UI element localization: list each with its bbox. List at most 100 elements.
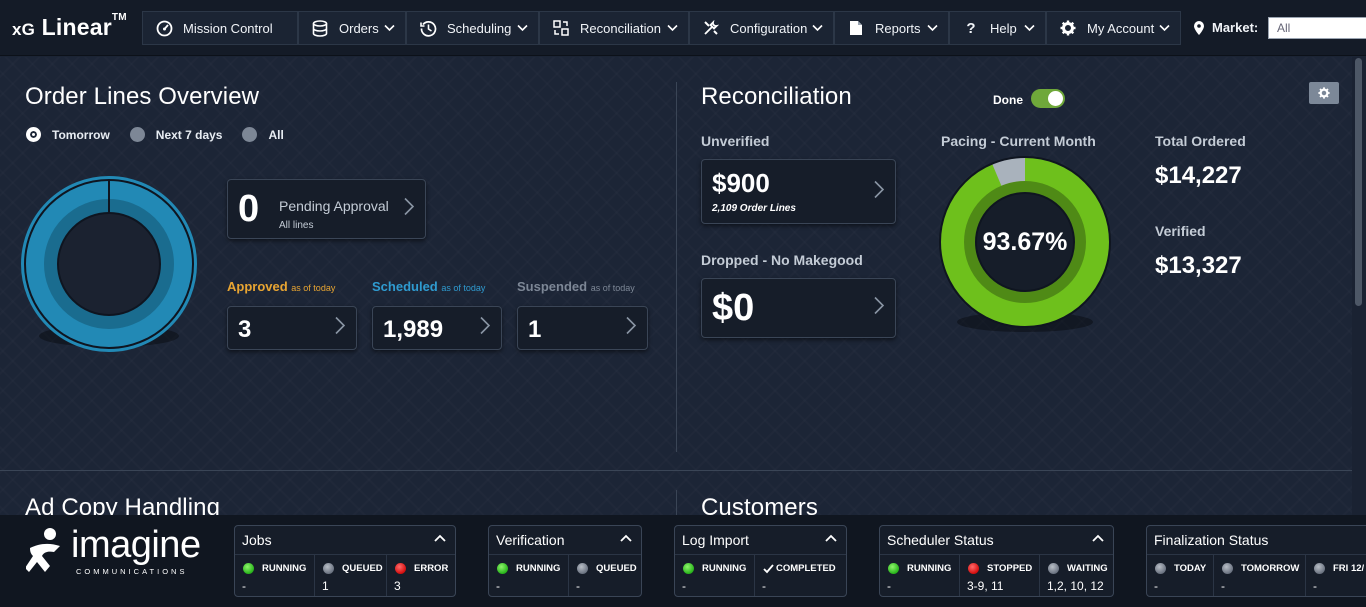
scheduler-waiting-cell[interactable]: WAITING 1,2, 10, 12 <box>1039 554 1113 596</box>
done-label: Done <box>993 93 1023 107</box>
jobs-running-cell[interactable]: RUNNING - <box>235 554 314 596</box>
done-toggle[interactable] <box>1031 89 1065 108</box>
jobs-queued-cell[interactable]: QUEUED 1 <box>314 554 386 596</box>
log-import-completed-value: - <box>762 579 766 593</box>
finalization-friday-cell[interactable]: FRI 12/ - <box>1305 554 1366 596</box>
verification-panel[interactable]: Verification RUNNING - QUEUED - <box>488 525 642 597</box>
suspended-label-text: Suspended <box>517 279 588 294</box>
order-lines-title: Order Lines Overview <box>25 83 260 110</box>
jobs-running-value: - <box>242 579 246 593</box>
log-import-title: Log Import <box>682 532 749 548</box>
pending-approval-card[interactable]: 0 Pending Approval All lines <box>227 179 426 239</box>
document-icon <box>847 19 865 37</box>
jobs-running-label: RUNNING <box>262 563 307 574</box>
log-import-panel[interactable]: Log Import RUNNING - COMPLETED - <box>674 525 847 597</box>
pending-approval-label: Pending Approval <box>279 198 389 214</box>
scheduled-card[interactable]: 1,989 <box>372 306 502 350</box>
imagine-logo: imagine COMMUNICATIONS <box>26 522 201 582</box>
chevron-down-icon <box>1159 21 1170 36</box>
finalization-today-value: - <box>1154 579 1158 593</box>
nav-mission-control[interactable]: Mission Control <box>142 11 298 45</box>
scheduler-stopped-value: 3-9, 11 <box>967 579 1004 593</box>
status-dot-grey <box>1048 563 1059 574</box>
finalization-today-label: TODAY <box>1174 563 1207 574</box>
log-import-running-value: - <box>682 579 686 593</box>
verification-running-cell[interactable]: RUNNING - <box>489 554 568 596</box>
finalization-tomorrow-cell[interactable]: TOMORROW - <box>1213 554 1305 596</box>
pacing-label: Pacing - Current Month <box>941 133 1096 149</box>
nav-scheduling-label: Scheduling <box>447 20 512 36</box>
brand-name: Linear <box>41 14 112 40</box>
scheduler-status-panel[interactable]: Scheduler Status RUNNING - STOPPED 3-9, … <box>879 525 1114 597</box>
logo-sub: COMMUNICATIONS <box>76 567 188 576</box>
unverified-label: Unverified <box>701 133 770 149</box>
total-ordered-label: Total Ordered <box>1155 133 1246 149</box>
brand-trademark: TM <box>111 12 127 23</box>
jobs-error-value: 3 <box>394 579 401 593</box>
radio-all[interactable] <box>242 127 258 142</box>
nav-help[interactable]: ? Help <box>949 11 1046 45</box>
jobs-error-cell[interactable]: ERROR 3 <box>386 554 455 596</box>
nav-orders[interactable]: Orders <box>298 11 406 45</box>
finalization-status-panel[interactable]: Finalization Status TODAY - TOMORROW - F… <box>1146 525 1366 597</box>
chevron-down-icon <box>667 21 678 36</box>
scheduler-stopped-cell[interactable]: STOPPED 3-9, 11 <box>959 554 1039 596</box>
scheduled-suffix: as of today <box>441 283 486 293</box>
status-dot-green <box>243 563 254 574</box>
scheduler-waiting-label: WAITING <box>1067 563 1108 574</box>
database-icon <box>311 19 329 37</box>
scheduler-running-cell[interactable]: RUNNING - <box>880 554 959 596</box>
dropped-value: $0 <box>712 287 755 329</box>
settings-button[interactable] <box>1309 82 1339 104</box>
verification-queued-label: QUEUED <box>596 563 637 574</box>
radio-next-7-days-label[interactable]: Next 7 days <box>156 128 223 142</box>
app-brand[interactable]: xG LinearTM <box>12 12 127 41</box>
market-input[interactable] <box>1268 17 1366 39</box>
chevron-down-icon <box>812 21 823 36</box>
verification-queued-cell[interactable]: QUEUED - <box>568 554 641 596</box>
approved-suffix: as of today <box>291 283 336 293</box>
status-dot-green <box>683 563 694 574</box>
suspended-card[interactable]: 1 <box>517 306 648 350</box>
log-import-running-cell[interactable]: RUNNING - <box>675 554 754 596</box>
section-divider-vertical <box>676 82 677 452</box>
reconcile-swap-icon <box>552 19 570 37</box>
checkmark-icon <box>763 561 774 579</box>
chevron-up-icon[interactable] <box>1092 530 1104 548</box>
nav-reports[interactable]: Reports <box>834 11 949 45</box>
tools-icon <box>702 19 720 37</box>
nav-scheduling[interactable]: Scheduling <box>406 11 539 45</box>
jobs-queued-label: QUEUED <box>342 563 383 574</box>
pending-approval-sub: All lines <box>279 220 314 231</box>
chevron-up-icon[interactable] <box>620 530 632 548</box>
approved-card[interactable]: 3 <box>227 306 357 350</box>
finalization-tomorrow-label: TOMORROW <box>1241 563 1300 574</box>
chevron-right-icon <box>874 296 885 320</box>
top-navigation-bar: xG LinearTM Mission Control Orders Sched… <box>0 0 1366 56</box>
scrollbar-thumb[interactable] <box>1355 58 1362 306</box>
status-dot-grey <box>323 563 334 574</box>
brand-prefix: xG <box>12 20 36 39</box>
nav-my-account[interactable]: My Account <box>1046 11 1181 45</box>
radio-all-label[interactable]: All <box>268 128 283 142</box>
log-import-completed-cell[interactable]: COMPLETED - <box>754 554 846 596</box>
dropped-card[interactable]: $0 <box>701 278 896 338</box>
verification-queued-value: - <box>576 579 580 593</box>
scheduler-waiting-value: 1,2, 10, 12 <box>1047 579 1104 593</box>
jobs-panel[interactable]: Jobs RUNNING - QUEUED 1 ERROR 3 <box>234 525 456 597</box>
order-lines-donut <box>21 176 197 352</box>
radio-tomorrow[interactable] <box>26 127 41 142</box>
pending-approval-value: 0 <box>238 188 260 230</box>
radio-tomorrow-label[interactable]: Tomorrow <box>52 128 110 142</box>
chevron-down-icon <box>384 21 395 36</box>
radio-next-7-days[interactable] <box>129 127 145 142</box>
unverified-card[interactable]: $900 2,109 Order Lines <box>701 159 896 224</box>
finalization-status-title: Finalization Status <box>1154 532 1269 548</box>
nav-configuration[interactable]: Configuration <box>689 11 834 45</box>
gear-icon <box>1318 87 1330 99</box>
chevron-up-icon[interactable] <box>434 530 446 548</box>
jobs-queued-value: 1 <box>322 579 329 593</box>
finalization-today-cell[interactable]: TODAY - <box>1147 554 1213 596</box>
chevron-up-icon[interactable] <box>825 530 837 548</box>
nav-reconciliation[interactable]: Reconciliation <box>539 11 689 45</box>
